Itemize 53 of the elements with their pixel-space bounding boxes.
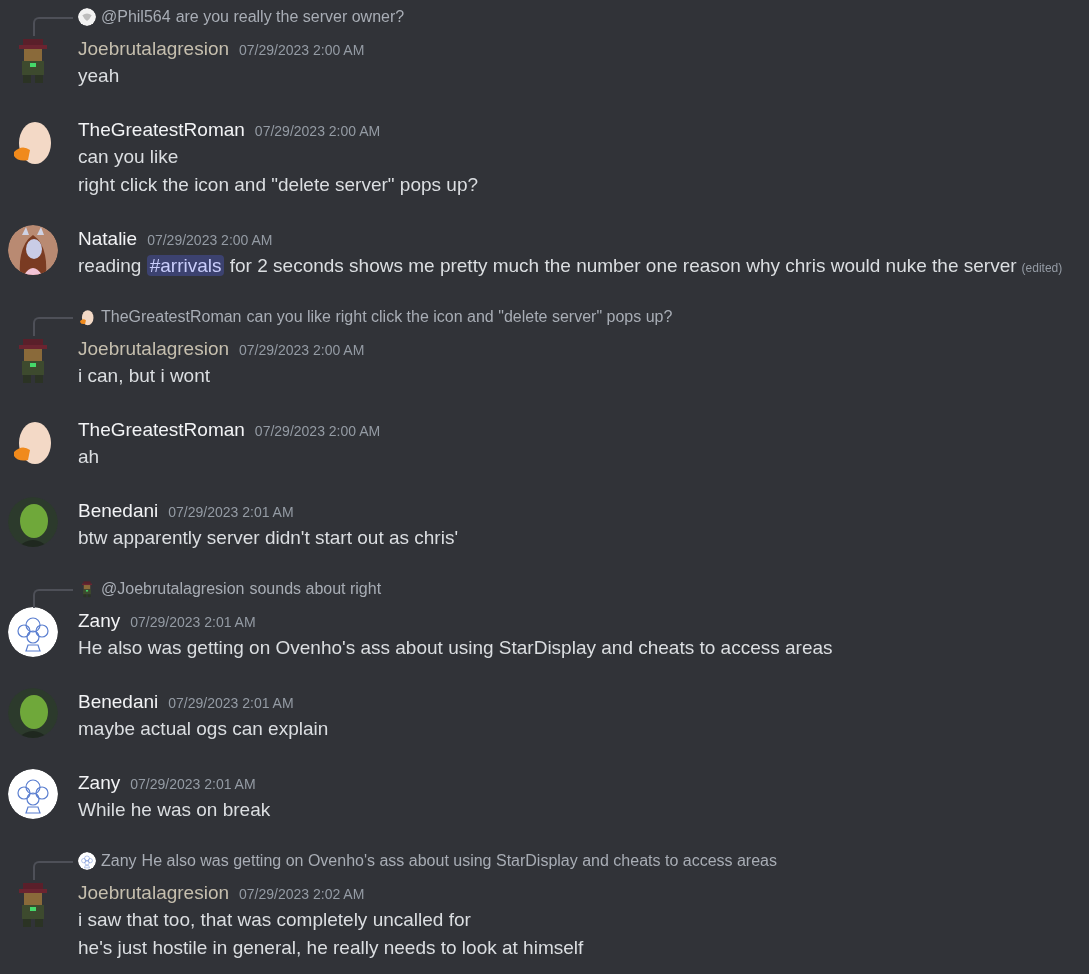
message-text: He also was getting on Ovenho's ass about using StarDisplay and cheats to access areas — [78, 636, 833, 660]
message-text: btw apparently server didn't start out as chris' — [78, 526, 459, 550]
avatar[interactable] — [8, 497, 58, 547]
username[interactable]: Joebrutalagresion — [78, 879, 230, 906]
avatar[interactable] — [8, 225, 58, 275]
timestamp: 07/29/2023 2:01 AM — [130, 775, 256, 794]
username[interactable]: TheGreatestRoman — [78, 116, 245, 143]
message-text: can you like — [78, 145, 179, 169]
username[interactable]: Benedani — [78, 688, 159, 715]
reply-preview[interactable]: He also was getting on Ovenho's ass about using StarDisplay and cheats to access areas — [141, 849, 777, 873]
username[interactable]: TheGreatestRoman — [78, 416, 245, 443]
reply-author[interactable]: @Phil564 — [101, 5, 171, 29]
reply-avatar[interactable] — [78, 852, 96, 870]
timestamp: 07/29/2023 2:00 AM — [239, 341, 365, 360]
message-text: While he was on break — [78, 798, 271, 822]
channel-mention[interactable]: #arrivals — [146, 255, 225, 276]
message-text: he's just hostile in general, he really needs to look at himself — [78, 936, 584, 960]
avatar[interactable] — [8, 607, 58, 657]
message-text: ah — [78, 445, 100, 469]
reply-connector — [33, 317, 73, 336]
timestamp: 07/29/2023 2:00 AM — [147, 231, 273, 250]
username[interactable]: Zany — [78, 607, 121, 634]
timestamp: 07/29/2023 2:00 AM — [239, 41, 365, 60]
avatar[interactable] — [8, 769, 58, 819]
message-text: i can, but i wont — [78, 364, 211, 388]
username[interactable]: Joebrutalagresion — [78, 35, 230, 62]
reply-author[interactable]: @Joebrutalagresion — [101, 577, 245, 601]
reply-connector — [33, 17, 73, 36]
message-text: i saw that too, that was completely uncalled for — [78, 908, 471, 932]
timestamp: 07/29/2023 2:01 AM — [130, 613, 256, 632]
reply-author[interactable]: Zany — [101, 849, 137, 873]
edited-label: (edited) — [1021, 260, 1063, 277]
reply-preview[interactable]: are you really the server owner? — [175, 5, 405, 29]
timestamp: 07/29/2023 2:02 AM — [239, 885, 365, 904]
reply-connector — [33, 861, 73, 880]
reply-avatar[interactable] — [78, 8, 96, 26]
timestamp: 07/29/2023 2:01 AM — [168, 503, 294, 522]
timestamp: 07/29/2023 2:01 AM — [168, 694, 294, 713]
username[interactable]: Zany — [78, 769, 121, 796]
username[interactable]: Natalie — [78, 225, 138, 252]
avatar[interactable] — [8, 688, 58, 738]
timestamp: 07/29/2023 2:00 AM — [254, 422, 381, 441]
message-text: yeah — [78, 64, 120, 88]
message-text: right click the icon and "delete server" pops up? — [78, 173, 479, 197]
username[interactable]: Joebrutalagresion — [78, 335, 230, 362]
message-text: maybe actual ogs can explain — [78, 717, 329, 741]
reply-preview[interactable]: can you like right click the icon and "delete server" pops up? — [246, 305, 673, 329]
message-text: reading #arrivals for 2 seconds shows me pretty much the number one reason why chris would nuke the server — [78, 254, 1017, 278]
reply-author[interactable]: TheGreatestRoman — [101, 305, 242, 329]
timestamp: 07/29/2023 2:00 AM — [254, 122, 381, 141]
reply-preview[interactable]: sounds about right — [249, 577, 382, 601]
reply-avatar[interactable] — [78, 308, 96, 326]
username[interactable]: Benedani — [78, 497, 159, 524]
